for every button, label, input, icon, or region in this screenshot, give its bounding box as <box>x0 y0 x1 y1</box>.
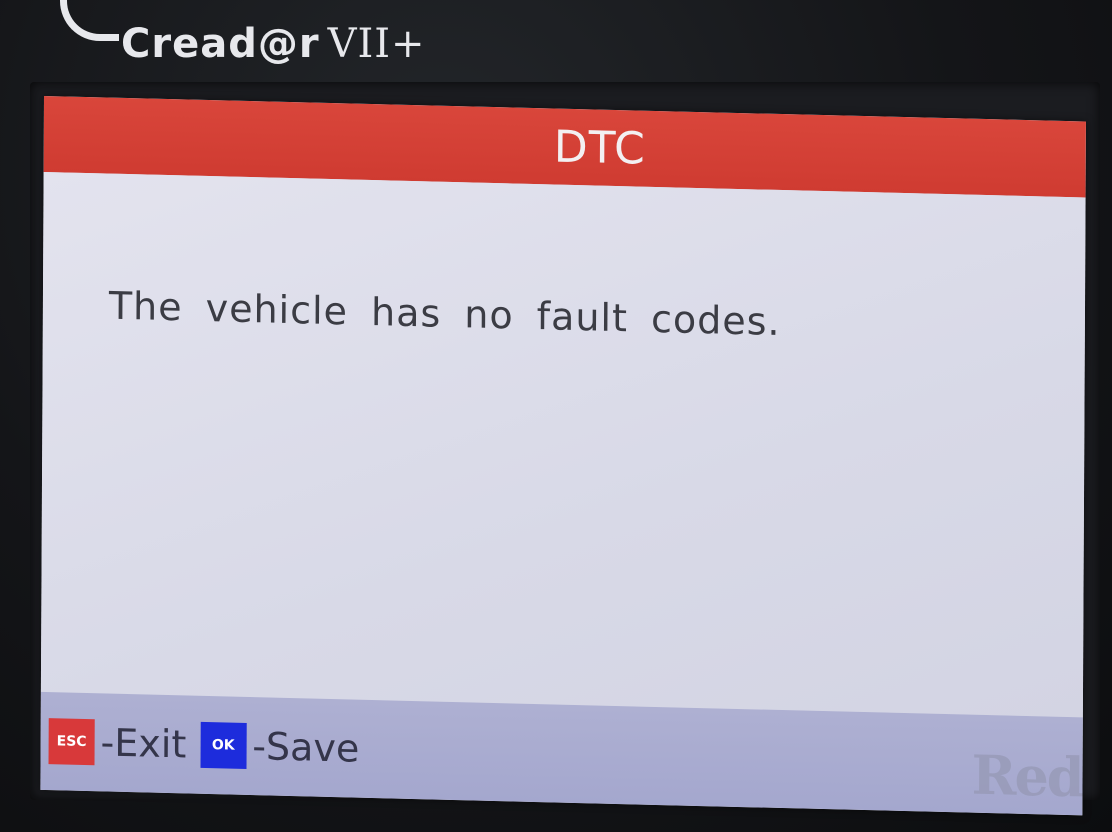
exit-label: -Exit <box>100 720 187 767</box>
scanner-device: Cread@r VII+ DTC The vehicle has no fault… <box>0 0 1112 832</box>
lcd-screen: DTC The vehicle has no fault codes. ESC … <box>40 96 1086 816</box>
brand-swoosh-icon <box>60 0 119 41</box>
page-title: DTC <box>553 120 646 175</box>
save-label: -Save <box>252 724 360 771</box>
brand-name: Cread@r <box>121 21 320 67</box>
brand-logo: Cread@r VII+ <box>60 0 426 67</box>
brand-model: VII+ <box>327 21 426 67</box>
esc-key-button[interactable]: ESC <box>48 718 95 766</box>
watermark-logo: Red <box>971 742 1083 810</box>
ok-key-button[interactable]: OK <box>200 721 247 769</box>
status-message: The vehicle has no fault codes. <box>108 283 781 344</box>
content-area: The vehicle has no fault codes. <box>40 171 1086 718</box>
